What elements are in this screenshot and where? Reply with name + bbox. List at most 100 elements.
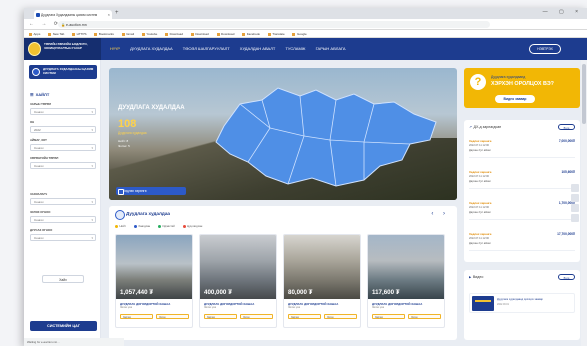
menu-item-selection[interactable]: ТӨСӨЛ ШАЛГАРУУЛАЛТ [183,46,230,51]
item-location: Дархан-Уул аймаг [469,148,491,152]
menu-item-guide[interactable]: ГАРЫН АВЛАГА [316,46,346,51]
view-all-videos-button[interactable]: Бүгд [558,274,575,280]
auction-card[interactable]: 400,000 ₮ ДУУДЛАГА ДОГОЛДОРТОЙ ХАШАА Эхл… [199,234,277,328]
menu-item-help[interactable]: ТУСЛАМЖ [285,46,305,51]
site-logo[interactable]: ТӨРИЙН ӨМЧИЙН БОДЛОГО, ЗОХИЦУУЛАЛТЫН ГАЗ… [24,38,101,60]
item-name: Хөдлөх хөрөнгө [469,201,492,205]
item-price: 17,700,000₮ [557,232,575,236]
announce-date-chip: Зарлах [204,314,237,319]
chat-icon[interactable] [571,204,579,212]
end-date-input[interactable]: Сонгох ▾ [30,233,96,241]
facebook-icon[interactable] [571,194,579,202]
customer-select[interactable]: Сонгох ▾ [30,197,96,205]
bookmark[interactable]: New Tab [48,32,65,36]
bookmark[interactable]: Download [191,32,208,36]
nav-buttons[interactable]: ← → ⟳ [29,21,61,27]
new-tab-icon[interactable]: + [115,10,119,16]
list-title: ДХ-д зарлагдсан [469,125,502,129]
video-panel: Видео Бүгд Дуудлага худалдаанд оролцох з… [464,270,580,340]
item-date: 2022.07.11 12:00 [469,175,489,178]
page-scrollbar[interactable] [581,60,587,346]
site-header: ТӨРИЙН ӨМЧИЙН БОДЛОГО, ЗОХИЦУУЛАЛТЫН ГАЗ… [24,38,587,60]
start-date-chip: Эхлэх [324,314,357,319]
type-select[interactable]: Сонгох ▾ [30,107,96,115]
auction-meta: Зарлах Эхлэх [288,314,358,320]
phone-icon[interactable] [571,214,579,222]
bookmark[interactable]: Download [217,32,234,36]
bookmark[interactable]: Translate [268,32,284,36]
item-date: 2022.07.11 12:00 [469,237,489,240]
announce-date-chip: Зарлах [288,314,321,319]
legend-item: Идэвхтэй [158,224,175,228]
list-item[interactable]: Хөдлөх хөрөнгө 2022.07.11 12:00 Дархан-У… [469,229,575,251]
list-item[interactable]: Хөдлөх хөрөнгө 2022.07.11 12:00 Дархан-У… [469,167,575,189]
hero-banner: ДУУДЛАГА ХУДАЛДАА 108 Дуудлага худалдаа … [109,68,457,200]
bookmark[interactable]: Bookmarks [94,32,114,36]
region-select[interactable]: Сонгох ▾ [30,143,96,151]
bookmark[interactable]: Youtube [142,32,157,36]
hero-count-label: Дуудлага худалдаа [118,131,147,135]
login-button[interactable]: НЭВТРЭХ [529,44,561,54]
asset-type-select[interactable]: Сонгох ▾ [30,161,96,169]
item-location: Дархан-Уул аймаг [469,179,491,183]
how-to-participate-banner[interactable]: ? Дуудлага худалдаанд ХЭРХЭН ОРОЛЦОХ ВЭ?… [464,68,580,108]
map-outline [215,87,437,187]
select-value: Сонгох [34,218,44,223]
field-label: АЙМАГ, ХОТ [30,138,47,142]
item-location: Дархан-Уул аймаг [469,241,491,245]
announced-list: ДХ-д зарлагдсан Бүгд Хөдлөх хөрөнгө 2022… [464,120,580,262]
auction-card[interactable]: 1,057,440 ₮ ДУУДЛАГА ДОГОЛДОРТОЙ ХАШАА Э… [115,234,193,328]
auction-card[interactable]: 80,000 ₮ ДУУДЛАГА ДОГОЛДОРТОЙ ХАШАА Эхлэ… [283,234,361,328]
list-item[interactable]: Хөдлөх хөрөнгө 2022.07.11 12:00 Дархан-У… [469,136,575,158]
start-date-chip: Эхлэх [408,314,441,319]
legend-item: Нийт [115,224,126,228]
video-guide-button[interactable]: Видео заавар [495,95,535,103]
bookmark[interactable]: HTTPS [72,32,87,36]
promo-line1: Дуудлага худалдаанд [491,75,526,79]
year-select[interactable]: 2022 ▾ [30,125,96,133]
field-label: ОН [30,120,35,124]
field-label: ХӨРӨНГИЙН ТӨРӨЛ [30,156,59,160]
video-item-title: Дуудлага худалдаанд оролцох заавар [497,298,543,301]
menu-item-home[interactable]: НҮҮР [110,46,120,51]
field-label: ЭХЛЭХ ОГНОО [30,210,51,214]
url-input[interactable]: 🔒 e-auction.mn [58,21,490,28]
menu-item-auction[interactable]: ДУУДЛАГА ХУДАЛДАА [130,46,173,51]
item-name: Хөдлөх хөрөнгө [469,232,492,236]
bookmark[interactable]: Gmail [122,32,134,36]
field-start-date: ЭХЛЭХ ОГНОО Сонгох ▾ [30,210,96,223]
search-button[interactable]: Хайх [42,275,84,283]
tab-bar: Дуудлага Худалдааны цахим систем × + — ▢… [24,8,587,19]
extension-icons[interactable] [498,22,581,35]
auction-subtitle: Эхлэх үнэ [372,306,385,309]
view-all-button[interactable]: Бүгд [558,124,575,130]
menu-item-procurement[interactable]: ХУДАЛДАН АВАЛТ [240,46,276,51]
auction-card[interactable]: 117,600 ₮ ДУУДЛАГА ДОГОЛДОРТОЙ ХАШАА Эхл… [367,234,445,328]
scrollbar-thumb[interactable] [582,64,586,124]
mongolia-map[interactable] [204,82,444,194]
bookmark[interactable]: Facebook [242,32,260,36]
window-controls[interactable]: — ▢ × [543,9,583,15]
address-bar-row: ← → ⟳ 🔒 e-auction.mn [24,19,587,35]
chevron-down-icon: ▾ [91,128,93,132]
close-tab-icon[interactable]: × [108,12,110,17]
share-icon[interactable] [571,184,579,192]
bookmark[interactable]: Google [292,32,307,36]
movable-assets-button[interactable]: Хөдлөх хөрөнгө [116,187,186,195]
field-asset-type: ХӨРӨНГИЙН ТӨРӨЛ Сонгох ▾ [30,156,96,169]
auctions-panel: Дуудлага худалдаа ‹ › Нийт Хаагдсан Идэв… [109,206,457,340]
field-label: ДУУСАХ ОГНОО [30,228,53,232]
browser-tab[interactable]: Дуудлага Худалдааны цахим систем × [34,10,112,19]
field-year: ОН 2022 ▾ [30,120,96,133]
field-type: ЗАРЫН ТӨРӨЛ Сонгох ▾ [30,102,96,115]
select-value: Сонгох [34,164,44,169]
start-date-input[interactable]: Сонгох ▾ [30,215,96,223]
list-item[interactable]: Хөдлөх хөрөнгө 2022.07.11 12:00 Дархан-У… [469,198,575,220]
item-price: 105,600₮ [561,170,575,174]
carousel-arrows[interactable]: ‹ › [431,211,449,217]
field-customer: ЗАХИАЛАГЧ Сонгох ▾ [30,192,96,205]
video-item[interactable]: Дуудлага худалдаанд оролцох заавар 2022.… [469,293,575,313]
bookmark[interactable]: Download [165,32,183,36]
bookmark[interactable]: Apps [29,32,41,36]
system-time-button[interactable]: СИСТЕМИЙН ЦАГ [30,321,97,331]
